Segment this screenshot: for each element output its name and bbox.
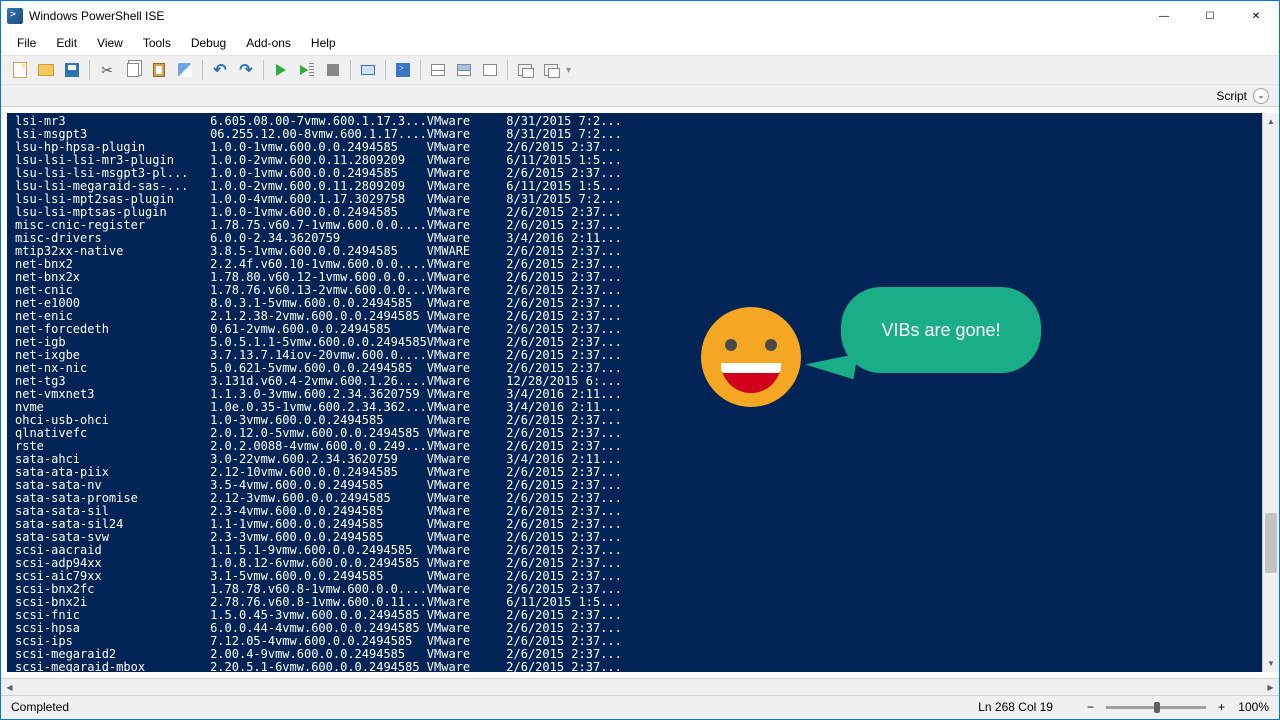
- undo-button[interactable]: ↶: [209, 59, 231, 81]
- statusbar: Completed Ln 268 Col 19 − + 100%: [1, 695, 1279, 718]
- zoom-level: 100%: [1229, 700, 1269, 714]
- cursor-position: Ln 268 Col 19: [978, 700, 1053, 714]
- toolbar: ✂ ↶ ↷ ▾: [1, 55, 1279, 85]
- script-pane-header: Script ⌄: [1, 85, 1279, 107]
- layout-full-button[interactable]: [479, 59, 501, 81]
- scrollbar-thumb[interactable]: [1265, 513, 1277, 573]
- new-file-button[interactable]: [9, 59, 31, 81]
- expand-script-pane-button[interactable]: ⌄: [1253, 88, 1269, 104]
- speech-bubble-text: VIBs are gone!: [881, 320, 1000, 341]
- menu-debug[interactable]: Debug: [183, 33, 234, 53]
- close-button[interactable]: ✕: [1233, 1, 1279, 31]
- emoji-eye-right: [765, 339, 777, 351]
- run-button[interactable]: [270, 59, 292, 81]
- menubar: FileEditViewToolsDebugAdd-onsHelp: [1, 31, 1279, 55]
- menu-file[interactable]: File: [9, 33, 44, 53]
- console-output[interactable]: lsi-mr3 6.605.08.00-7vmw.600.1.17.3...VM…: [7, 113, 1273, 672]
- show-command-button[interactable]: [514, 59, 536, 81]
- save-button[interactable]: [61, 59, 83, 81]
- horizontal-scrollbar[interactable]: ◀ ▶: [1, 678, 1279, 695]
- remote-button[interactable]: [357, 59, 379, 81]
- vertical-scrollbar[interactable]: ▲ ▼: [1262, 113, 1279, 672]
- window-title: Windows PowerShell ISE: [29, 9, 1141, 23]
- menu-view[interactable]: View: [89, 33, 131, 53]
- menu-edit[interactable]: Edit: [48, 33, 85, 53]
- console-pane: lsi-mr3 6.605.08.00-7vmw.600.1.17.3...VM…: [1, 107, 1279, 678]
- menu-tools[interactable]: Tools: [135, 33, 179, 53]
- script-label: Script: [1216, 89, 1247, 103]
- clear-button[interactable]: [174, 59, 196, 81]
- minimize-button[interactable]: ―: [1141, 1, 1187, 31]
- titlebar: Windows PowerShell ISE ― ☐ ✕: [1, 1, 1279, 31]
- emoji-face-overlay: [701, 307, 801, 407]
- new-remote-tab-button[interactable]: [392, 59, 414, 81]
- scroll-up-arrow-icon[interactable]: ▲: [1263, 113, 1279, 130]
- stop-button[interactable]: [322, 59, 344, 81]
- emoji-eye-left: [725, 339, 737, 351]
- copy-button[interactable]: [122, 59, 144, 81]
- scroll-right-arrow-icon[interactable]: ▶: [1262, 683, 1279, 692]
- menu-addons[interactable]: Add-ons: [238, 33, 299, 53]
- run-selection-button[interactable]: [296, 59, 318, 81]
- redo-button[interactable]: ↷: [235, 59, 257, 81]
- layout-side-button[interactable]: [453, 59, 475, 81]
- zoom-in-button[interactable]: +: [1214, 700, 1229, 714]
- layout-top-button[interactable]: [427, 59, 449, 81]
- show-command-addon-button[interactable]: [540, 59, 562, 81]
- maximize-button[interactable]: ☐: [1187, 1, 1233, 31]
- zoom-slider[interactable]: [1106, 706, 1206, 709]
- emoji-mouth: [721, 363, 781, 393]
- open-file-button[interactable]: [35, 59, 57, 81]
- status-text: Completed: [11, 700, 978, 714]
- cut-button[interactable]: ✂: [96, 59, 118, 81]
- app-icon: [7, 8, 23, 24]
- speech-bubble: VIBs are gone!: [841, 287, 1041, 373]
- menu-help[interactable]: Help: [303, 33, 344, 53]
- zoom-out-button[interactable]: −: [1083, 700, 1098, 714]
- scroll-down-arrow-icon[interactable]: ▼: [1263, 655, 1279, 672]
- paste-button[interactable]: [148, 59, 170, 81]
- toolbar-overflow-icon[interactable]: ▾: [566, 65, 571, 76]
- scroll-left-arrow-icon[interactable]: ◀: [1, 683, 18, 692]
